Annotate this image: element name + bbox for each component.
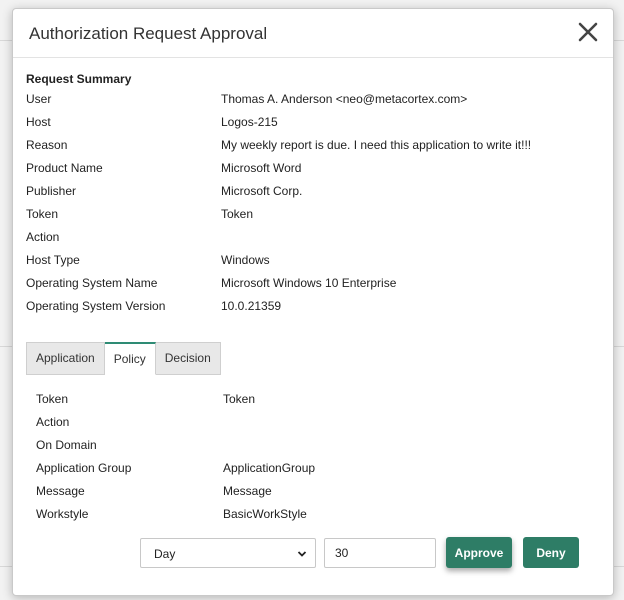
row-value: Windows	[221, 253, 270, 267]
dialog-footer: Day Approve Deny	[140, 537, 579, 568]
close-icon	[578, 22, 598, 42]
dialog-header: Authorization Request Approval	[13, 9, 613, 58]
duration-unit-value: Day	[154, 546, 176, 561]
row-key: Operating System Version	[26, 299, 166, 313]
policy-row: Message Message	[36, 484, 608, 507]
row-value: Microsoft Word	[221, 161, 302, 175]
summary-row: User Thomas A. Anderson <neo@metacortex.c…	[26, 92, 608, 115]
summary-list: User Thomas A. Anderson <neo@metacortex.c…	[26, 92, 608, 322]
summary-row: Token Token	[26, 207, 608, 230]
summary-row: Action	[26, 230, 608, 253]
row-value: ApplicationGroup	[223, 461, 316, 475]
summary-row: Operating System Name Microsoft Windows 1…	[26, 276, 608, 299]
summary-row: Host Type Windows	[26, 253, 608, 276]
policy-row: On Domain	[36, 438, 608, 461]
row-value: Message	[223, 484, 272, 498]
policy-row: Workstyle BasicWorkStyle	[36, 507, 608, 530]
row-key: Host	[26, 115, 51, 129]
row-value: Thomas A. Anderson <neo@metacortex.com>	[221, 92, 468, 106]
row-value: Microsoft Windows 10 Enterprise	[221, 276, 397, 290]
row-key: On Domain	[36, 438, 97, 452]
row-key: Application Group	[36, 461, 132, 475]
row-value: Microsoft Corp.	[221, 184, 303, 198]
row-value: BasicWorkStyle	[223, 507, 307, 521]
summary-row: Product Name Microsoft Word	[26, 161, 608, 184]
row-key: Token	[26, 207, 59, 221]
policy-row: Application Group ApplicationGroup	[36, 461, 608, 484]
row-key: Action	[36, 415, 70, 429]
row-key: Host Type	[26, 253, 80, 267]
section-heading: Request Summary	[26, 72, 132, 86]
chevron-down-icon	[297, 550, 307, 557]
summary-row: Reason My weekly report is due. I need th…	[26, 138, 608, 161]
row-value: Token	[223, 392, 256, 406]
tab-decision[interactable]: Decision	[155, 342, 221, 375]
row-key: Publisher	[26, 184, 77, 198]
policy-row: Action	[36, 415, 608, 438]
close-button[interactable]	[573, 17, 603, 47]
row-key: Operating System Name	[26, 276, 158, 290]
deny-button[interactable]: Deny	[523, 537, 579, 568]
request-summary: Request Summary User Thomas A. Anderson <…	[26, 72, 608, 322]
tab-application[interactable]: Application	[26, 342, 105, 375]
row-key: Token	[36, 392, 69, 406]
duration-value-input[interactable]	[324, 537, 436, 568]
tab-bar: Application Policy Decision	[26, 342, 221, 375]
summary-row: Host Logos-215	[26, 115, 608, 138]
row-key: Reason	[26, 138, 68, 152]
approve-button[interactable]: Approve	[446, 537, 512, 568]
row-value: My weekly report is due. I need this app…	[221, 138, 532, 152]
summary-row: Operating System Version 10.0.21359	[26, 299, 608, 322]
policy-row: Token Token	[36, 392, 608, 415]
row-value: 10.0.21359	[221, 299, 282, 313]
row-key: Action	[26, 230, 60, 244]
row-key: User	[26, 92, 52, 106]
row-key: Message	[36, 484, 85, 498]
row-value: Logos-215	[221, 115, 278, 129]
summary-row: Publisher Microsoft Corp.	[26, 184, 608, 207]
row-key: Product Name	[26, 161, 103, 175]
duration-unit-select[interactable]: Day	[140, 537, 316, 568]
policy-panel: Token Token Action On Domain Application …	[36, 392, 608, 530]
row-key: Workstyle	[36, 507, 89, 521]
tab-policy[interactable]: Policy	[104, 342, 156, 375]
dialog-title: Authorization Request Approval	[29, 24, 268, 43]
row-value: Token	[221, 207, 254, 221]
